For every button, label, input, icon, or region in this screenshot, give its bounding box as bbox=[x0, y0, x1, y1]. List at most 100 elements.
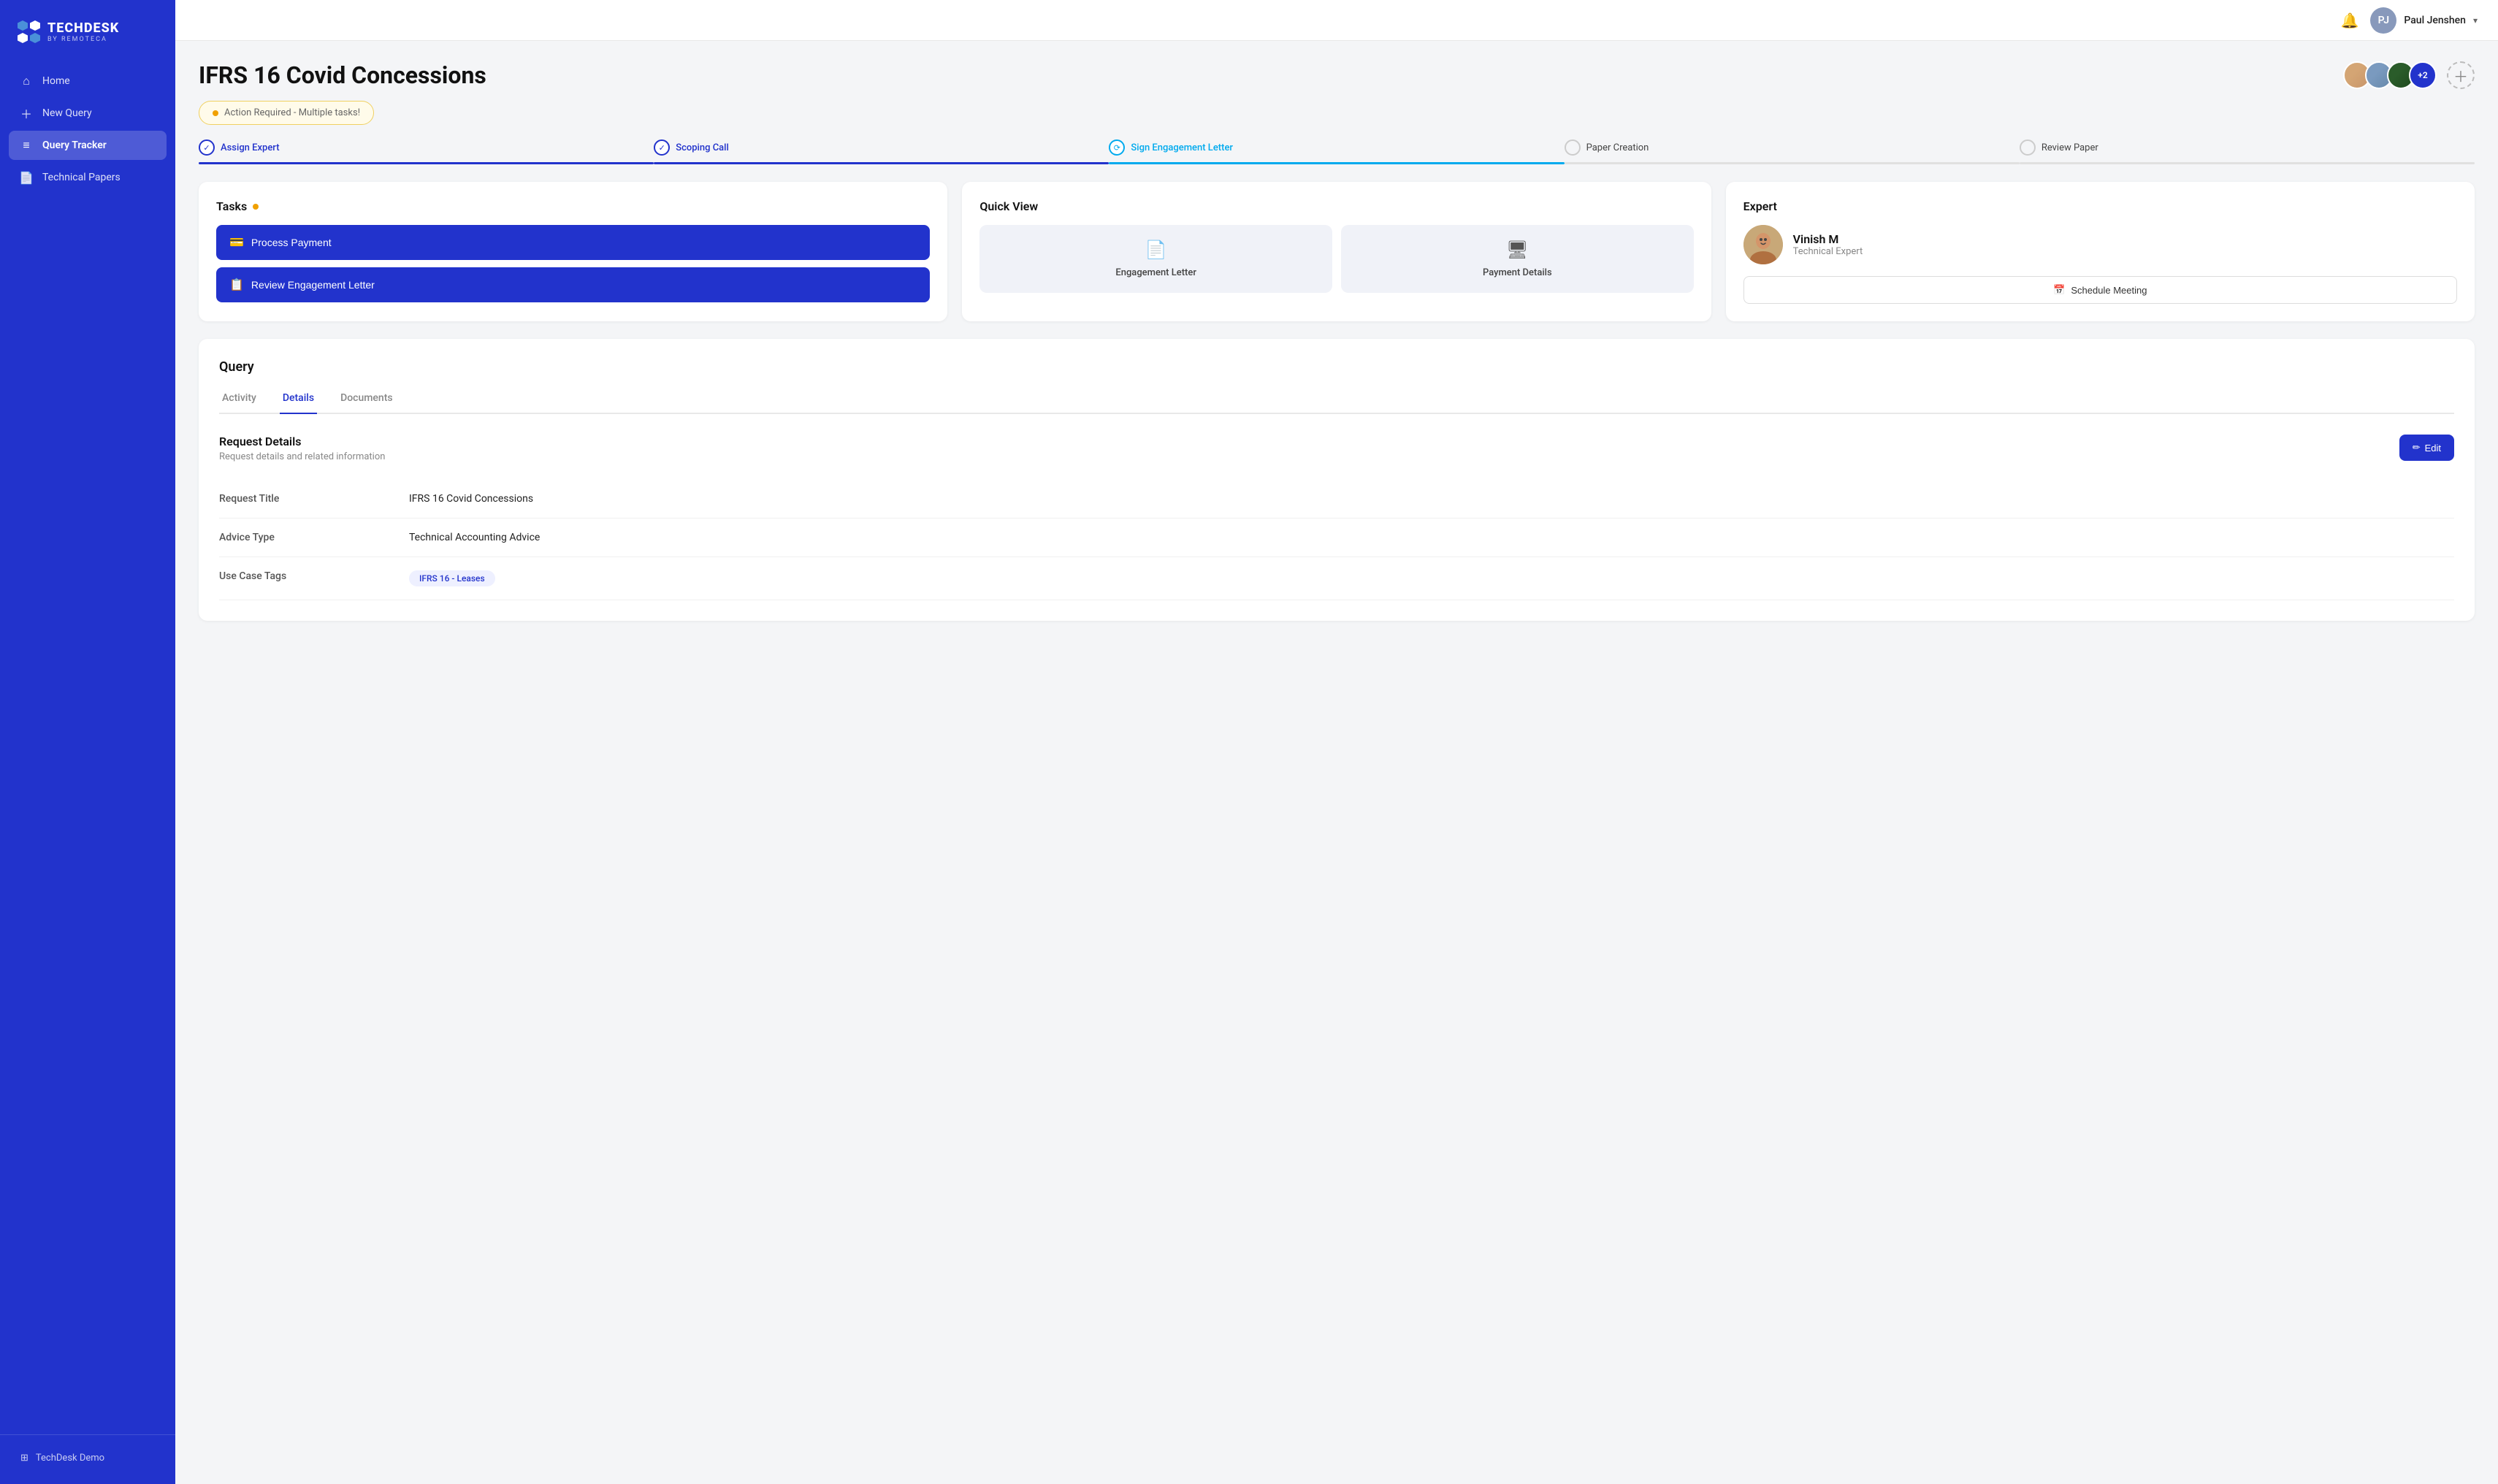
step-sign-engagement[interactable]: ⟳ Sign Engagement Letter bbox=[1109, 139, 1564, 164]
user-avatar: PJ bbox=[2370, 7, 2396, 34]
step-scoping-call[interactable]: ✓ Scoping Call bbox=[654, 139, 1109, 164]
query-tabs: Activity Details Documents bbox=[219, 386, 2454, 414]
detail-row-use-case-tags: Use Case Tags IFRS 16 - Leases bbox=[219, 557, 2454, 600]
payment-icon: 💳 bbox=[229, 235, 244, 250]
tab-documents-label: Documents bbox=[340, 392, 393, 404]
sidebar-logo: TECHDESK BY REMOTECA bbox=[0, 0, 175, 61]
logo-icon bbox=[18, 20, 40, 43]
sidebar-demo-item[interactable]: ⊞ TechDesk Demo bbox=[12, 1447, 164, 1469]
review-engagement-label: Review Engagement Letter bbox=[251, 279, 375, 291]
avatar-group: +2 bbox=[2343, 61, 2437, 89]
sidebar-item-home[interactable]: ⌂ Home bbox=[9, 66, 167, 96]
process-payment-button[interactable]: 💳 Process Payment bbox=[216, 225, 930, 260]
step-scoping-call-circle: ✓ bbox=[654, 139, 670, 156]
tab-activity[interactable]: Activity bbox=[219, 386, 259, 414]
expert-card-title: Expert bbox=[1743, 199, 2457, 213]
sidebar: TECHDESK BY REMOTECA ⌂ Home ＋ New Query … bbox=[0, 0, 175, 1484]
query-card: Query Activity Details Documents Request… bbox=[199, 339, 2475, 621]
step-review-paper[interactable]: Review Paper bbox=[2020, 139, 2475, 164]
alert-banner: Action Required - Multiple tasks! bbox=[199, 101, 374, 125]
header-actions: +2 ＋ bbox=[2343, 61, 2475, 89]
quick-view-payment-details[interactable]: 🖥 Payment Details bbox=[1341, 225, 1694, 293]
plus-icon: ＋ bbox=[19, 106, 34, 121]
progress-steps: ✓ Assign Expert ✓ Scoping Call ⟳ Sign En… bbox=[199, 139, 2475, 164]
detail-row-request-title: Request Title IFRS 16 Covid Concessions bbox=[219, 480, 2454, 519]
request-title-value: IFRS 16 Covid Concessions bbox=[409, 493, 2454, 505]
hex-4 bbox=[30, 33, 40, 43]
home-icon: ⌂ bbox=[19, 74, 34, 88]
use-case-tags-label: Use Case Tags bbox=[219, 570, 409, 582]
expert-avatar bbox=[1743, 225, 1783, 264]
main-area: 🔔 PJ Paul Jenshen ▾ IFRS 16 Covid Conces… bbox=[175, 0, 2498, 1484]
user-name: Paul Jenshen bbox=[2404, 15, 2466, 26]
details-title-block: Request Details Request details and rela… bbox=[219, 435, 385, 462]
calendar-icon: 📅 bbox=[2053, 284, 2065, 296]
engagement-letter-icon: 📄 bbox=[1145, 240, 1167, 260]
step-review-paper-label: Review Paper bbox=[2041, 142, 2098, 153]
tab-documents[interactable]: Documents bbox=[337, 386, 396, 414]
sidebar-item-query-tracker-label: Query Tracker bbox=[42, 139, 107, 151]
request-title-label: Request Title bbox=[219, 493, 409, 505]
step-scoping-call-label: Scoping Call bbox=[676, 142, 729, 153]
details-header: Request Details Request details and rela… bbox=[219, 435, 2454, 462]
edit-label: Edit bbox=[2425, 443, 2441, 454]
expert-name: Vinish M bbox=[1793, 232, 1863, 246]
step-assign-expert[interactable]: ✓ Assign Expert bbox=[199, 139, 654, 164]
add-collaborator-button[interactable]: ＋ bbox=[2447, 61, 2475, 89]
hex-2 bbox=[30, 20, 40, 31]
alert-text: Action Required - Multiple tasks! bbox=[224, 107, 360, 118]
schedule-meeting-button[interactable]: 📅 Schedule Meeting bbox=[1743, 276, 2457, 304]
expert-title-text: Expert bbox=[1743, 199, 1777, 213]
quick-view-card: Quick View 📄 Engagement Letter 🖥 Payment… bbox=[962, 182, 1711, 321]
content-area: IFRS 16 Covid Concessions +2 ＋ Action Re… bbox=[175, 41, 2498, 1484]
process-payment-label: Process Payment bbox=[251, 237, 332, 248]
sidebar-item-technical-papers-label: Technical Papers bbox=[42, 172, 121, 183]
expert-role: Technical Expert bbox=[1793, 246, 1863, 257]
logo-main-text: TECHDESK bbox=[47, 20, 119, 36]
hex-3 bbox=[18, 33, 28, 43]
payment-details-label: Payment Details bbox=[1483, 267, 1552, 278]
tasks-dot-icon bbox=[253, 204, 259, 210]
tasks-card-title: Tasks bbox=[216, 199, 930, 213]
document-icon: 📋 bbox=[229, 278, 244, 292]
sidebar-demo-label: TechDesk Demo bbox=[36, 1453, 104, 1464]
edit-button[interactable]: ✏ Edit bbox=[2399, 435, 2454, 461]
step-paper-creation[interactable]: Paper Creation bbox=[1565, 139, 2020, 164]
sidebar-bottom: ⊞ TechDesk Demo bbox=[0, 1434, 175, 1484]
query-section-title: Query bbox=[219, 359, 2454, 375]
quick-view-grid: 📄 Engagement Letter 🖥 Payment Details bbox=[979, 225, 1693, 293]
cards-row: Tasks 💳 Process Payment 📋 Review Engagem… bbox=[199, 182, 2475, 321]
quick-view-engagement-letter[interactable]: 📄 Engagement Letter bbox=[979, 225, 1332, 293]
expert-info: Vinish M Technical Expert bbox=[1743, 225, 2457, 264]
notification-bell[interactable]: 🔔 bbox=[2340, 12, 2358, 29]
step-review-paper-circle bbox=[2020, 139, 2036, 156]
sidebar-item-query-tracker[interactable]: ≡ Query Tracker bbox=[9, 131, 167, 160]
advice-type-label: Advice Type bbox=[219, 532, 409, 543]
sidebar-item-home-label: Home bbox=[42, 75, 70, 87]
engagement-letter-label: Engagement Letter bbox=[1115, 267, 1196, 278]
step-assign-expert-label: Assign Expert bbox=[221, 142, 280, 153]
tab-details[interactable]: Details bbox=[280, 386, 317, 414]
topbar: 🔔 PJ Paul Jenshen ▾ bbox=[175, 0, 2498, 41]
page-header: IFRS 16 Covid Concessions +2 ＋ bbox=[199, 61, 2475, 89]
review-engagement-button[interactable]: 📋 Review Engagement Letter bbox=[216, 267, 930, 302]
sidebar-item-new-query[interactable]: ＋ New Query bbox=[9, 99, 167, 128]
logo-sub-text: BY REMOTECA bbox=[47, 36, 119, 43]
user-menu[interactable]: PJ Paul Jenshen ▾ bbox=[2370, 7, 2478, 34]
hex-1 bbox=[18, 20, 28, 31]
tasks-title-text: Tasks bbox=[216, 199, 247, 213]
grid-icon: ⊞ bbox=[20, 1453, 28, 1464]
step-sign-engagement-circle: ⟳ bbox=[1109, 139, 1125, 156]
expert-card: Expert Vinish M bbox=[1726, 182, 2475, 321]
tab-activity-label: Activity bbox=[222, 392, 256, 404]
sidebar-nav: ⌂ Home ＋ New Query ≡ Query Tracker 📄 Tec… bbox=[0, 61, 175, 1434]
logo-text: TECHDESK BY REMOTECA bbox=[47, 20, 119, 43]
sidebar-item-technical-papers[interactable]: 📄 Technical Papers bbox=[9, 163, 167, 192]
details-subtitle: Request details and related information bbox=[219, 451, 385, 462]
tasks-card: Tasks 💳 Process Payment 📋 Review Engagem… bbox=[199, 182, 947, 321]
tag-ifrs16[interactable]: IFRS 16 - Leases bbox=[409, 570, 495, 586]
chevron-down-icon: ▾ bbox=[2473, 15, 2478, 26]
sidebar-item-new-query-label: New Query bbox=[42, 107, 92, 119]
expert-details: Vinish M Technical Expert bbox=[1793, 232, 1863, 257]
list-icon: ≡ bbox=[19, 138, 34, 153]
